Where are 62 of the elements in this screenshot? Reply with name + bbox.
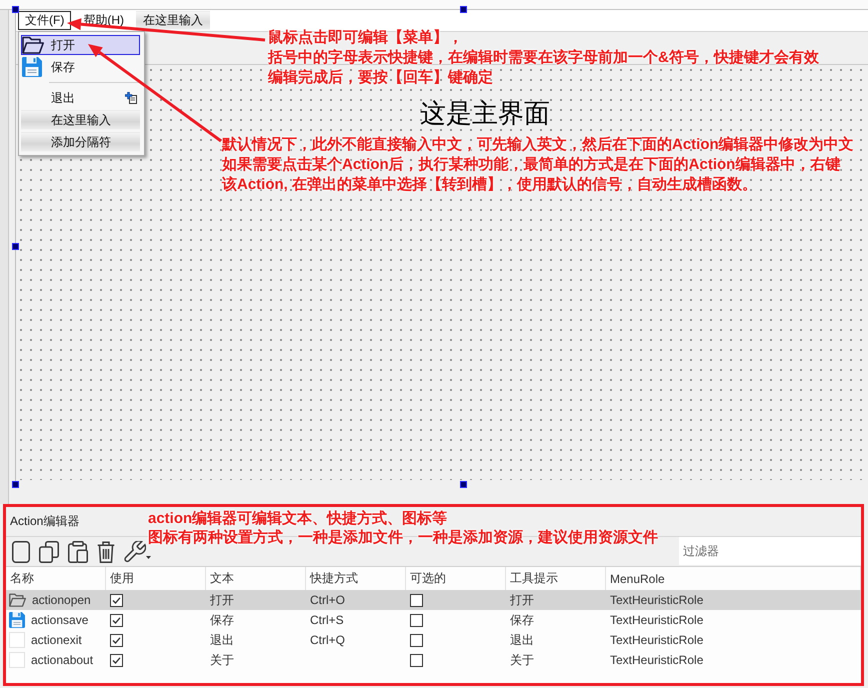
- add-submenu-icon[interactable]: [125, 92, 137, 104]
- trash-icon[interactable]: [97, 540, 115, 562]
- checkbox[interactable]: [110, 634, 123, 646]
- annotation-text: 编辑完成后，要按【回车】键确定: [268, 68, 493, 88]
- annotation-text: 括号中的字母表示快捷键，在编辑时需要在该字母前加一个&符号，快捷键才会有效: [268, 48, 819, 68]
- folder-icon: [9, 592, 26, 608]
- annotation-text: 如果需要点击某个Action后，执行某种功能，最简单的方式是在下面的Action编辑器中，右键: [222, 155, 840, 175]
- table-cell: TextHeuristicRole: [610, 653, 704, 667]
- menu-item[interactable]: 打开: [21, 35, 140, 55]
- menu-item[interactable]: 保存: [21, 57, 140, 77]
- annotation-text: 图标有两种设置方式，一种是添加文件，一种是添加资源，建议使用资源文件: [148, 528, 658, 547]
- table-cell: Ctrl+Q: [310, 633, 346, 647]
- copy-icon[interactable]: [39, 540, 59, 562]
- table-cell: Ctrl+O: [310, 593, 346, 607]
- menu-placeholder[interactable]: 在这里输入: [21, 110, 140, 130]
- table-cell: actionabout: [31, 653, 94, 667]
- table-cell: 关于: [210, 652, 234, 668]
- resize-handle[interactable]: [12, 481, 19, 488]
- table-cell: TextHeuristicRole: [610, 633, 704, 647]
- table-cell: TextHeuristicRole: [610, 613, 704, 627]
- menu-placeholder[interactable]: 在这里输入: [136, 11, 210, 30]
- new-document-icon[interactable]: [12, 540, 30, 562]
- blank-icon: [9, 632, 25, 648]
- annotation-text: 鼠标点击即可编辑【菜单】，: [268, 28, 463, 48]
- menu-placeholder[interactable]: 添加分隔符: [21, 132, 140, 152]
- checkbox[interactable]: [410, 594, 423, 606]
- filter-field[interactable]: 过滤器: [679, 537, 861, 565]
- annotation-text: 默认情况下，此外不能直接输入中文，可先输入英文，然后在下面的Action编辑器中修改为中文: [222, 135, 854, 155]
- blank-icon: [9, 652, 25, 668]
- checkbox[interactable]: [410, 614, 423, 626]
- table-cell: 退出: [210, 632, 234, 648]
- table-cell: 关于: [510, 652, 534, 668]
- annotation-text: 该Action, 在弹出的菜单中选择【转到槽】，使用默认的信号，自动生成槽函数。: [222, 175, 757, 195]
- menu-item[interactable]: 退出: [21, 88, 140, 108]
- resize-handle[interactable]: [12, 243, 19, 250]
- table-cell: TextHeuristicRole: [610, 593, 704, 607]
- annotation-text: action编辑器可编辑文本、快捷方式、图标等: [148, 509, 448, 528]
- folder-icon: [22, 35, 44, 55]
- checkbox[interactable]: [110, 614, 123, 626]
- table-cell: 退出: [510, 632, 534, 648]
- paste-icon[interactable]: [68, 540, 88, 562]
- table-cell: actionsave: [31, 613, 88, 627]
- table-row[interactable]: actionopen 打开 Ctrl+O 打开 TextHeuristicRole: [6, 590, 861, 610]
- table-cell: 保存: [510, 612, 534, 628]
- table-cell: actionexit: [31, 633, 82, 647]
- checkbox[interactable]: [410, 634, 423, 646]
- table-cell: 打开: [510, 592, 534, 608]
- caret-icon[interactable]: [146, 556, 151, 559]
- resize-handle[interactable]: [460, 6, 467, 13]
- checkbox[interactable]: [110, 654, 123, 666]
- panel-title: Action编辑器: [10, 513, 80, 530]
- wrench-icon[interactable]: [124, 540, 146, 562]
- main-title: 这是主界面: [420, 97, 550, 130]
- table-cell: 打开: [210, 592, 234, 608]
- table-cell: 保存: [210, 612, 234, 628]
- table-cell: Ctrl+S: [310, 613, 344, 627]
- table-cell: actionopen: [32, 593, 91, 607]
- resize-handle[interactable]: [460, 481, 467, 488]
- resize-handle[interactable]: [12, 6, 19, 13]
- checkbox[interactable]: [110, 594, 123, 606]
- checkbox[interactable]: [410, 654, 423, 666]
- menu-bar-item[interactable]: 文件(F): [18, 11, 72, 30]
